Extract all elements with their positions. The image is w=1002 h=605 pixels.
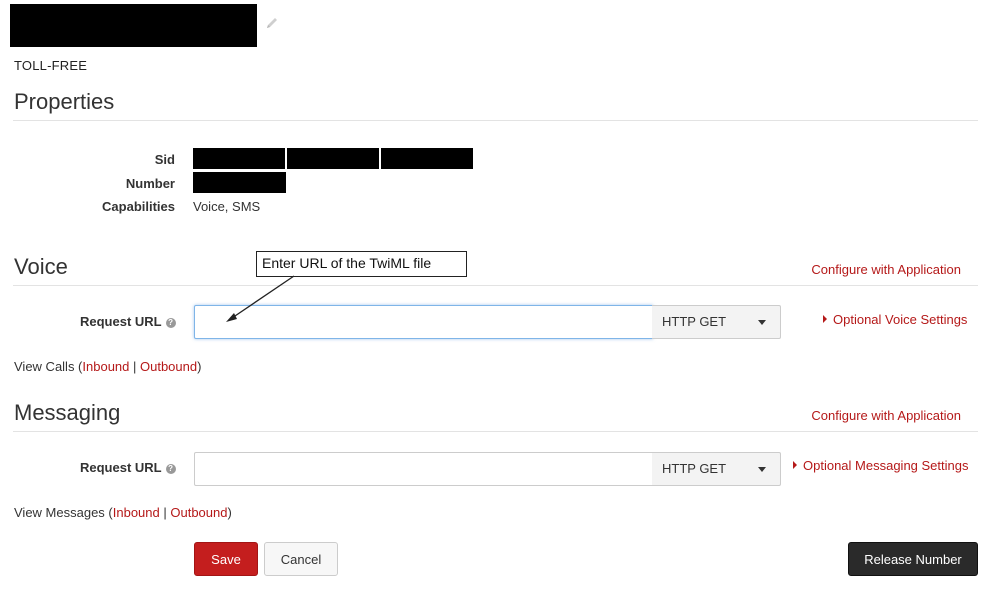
messaging-method-select[interactable]: HTTP GET — [652, 452, 781, 486]
number-label: Number — [125, 176, 175, 191]
view-calls-separator: | — [129, 359, 140, 374]
save-button[interactable]: Save — [194, 542, 258, 576]
voice-heading: Voice — [14, 254, 68, 279]
view-messages-inbound-link[interactable]: Inbound — [113, 505, 160, 520]
annotation-callout: Enter URL of the TwiML file — [256, 251, 467, 277]
optional-messaging-settings-link[interactable]: Optional Messaging Settings — [793, 458, 968, 473]
help-icon[interactable]: ? — [165, 464, 176, 474]
number-type-label: TOLL-FREE — [14, 58, 88, 73]
view-calls-prefix: View Calls ( — [14, 359, 83, 374]
properties-heading: Properties — [14, 89, 115, 114]
view-calls-inbound-link[interactable]: Inbound — [82, 359, 129, 374]
view-messages-suffix: ) — [227, 505, 232, 520]
chevron-down-icon — [758, 320, 766, 325]
chevron-down-icon — [758, 467, 766, 472]
messaging-request-url-text: Request URL — [80, 460, 162, 475]
voice-request-url-input[interactable] — [194, 305, 653, 339]
capabilities-value: Voice, SMS — [193, 199, 261, 214]
redacted-sid-2 — [287, 148, 379, 169]
messaging-divider — [13, 431, 978, 432]
voice-request-url-text: Request URL — [80, 314, 162, 329]
view-messages-outbound-link[interactable]: Outbound — [170, 505, 227, 520]
view-calls-outbound-link[interactable]: Outbound — [140, 359, 197, 374]
view-messages-separator: | — [159, 505, 171, 520]
caret-right-icon — [823, 315, 827, 323]
messaging-request-url-label: Request URL? — [80, 460, 176, 475]
messaging-method-value: HTTP GET — [662, 461, 727, 476]
release-number-button[interactable]: Release Number — [848, 542, 978, 576]
redacted-number — [193, 172, 286, 193]
voice-method-value: HTTP GET — [662, 314, 727, 329]
redacted-sid-3 — [381, 148, 473, 169]
view-messages-prefix: View Messages ( — [14, 505, 113, 520]
voice-divider — [13, 285, 978, 286]
redacted-sid-1 — [193, 148, 285, 169]
voice-method-select[interactable]: HTTP GET — [652, 305, 781, 339]
voice-request-url-label: Request URL? — [80, 314, 176, 329]
capabilities-label: Capabilities — [102, 199, 175, 214]
view-calls-line: View Calls (Inbound | Outbound) — [14, 359, 201, 374]
optional-voice-settings-link[interactable]: Optional Voice Settings — [823, 312, 967, 327]
view-messages-line: View Messages (Inbound | Outbound) — [14, 505, 232, 520]
caret-right-icon — [793, 461, 797, 469]
view-calls-suffix: ) — [197, 359, 202, 374]
pencil-icon[interactable] — [264, 15, 280, 31]
cancel-button[interactable]: Cancel — [264, 542, 338, 576]
help-icon[interactable]: ? — [165, 318, 176, 328]
messaging-configure-with-application-link[interactable]: Configure with Application — [811, 408, 961, 423]
properties-divider — [13, 120, 978, 121]
optional-messaging-settings-text: Optional Messaging Settings — [803, 458, 969, 473]
redacted-friendly-name — [10, 4, 257, 47]
optional-voice-settings-text: Optional Voice Settings — [833, 312, 968, 327]
messaging-heading: Messaging — [14, 400, 121, 425]
sid-label: Sid — [154, 152, 175, 167]
voice-configure-with-application-link[interactable]: Configure with Application — [811, 262, 961, 277]
messaging-request-url-input[interactable] — [194, 452, 653, 486]
